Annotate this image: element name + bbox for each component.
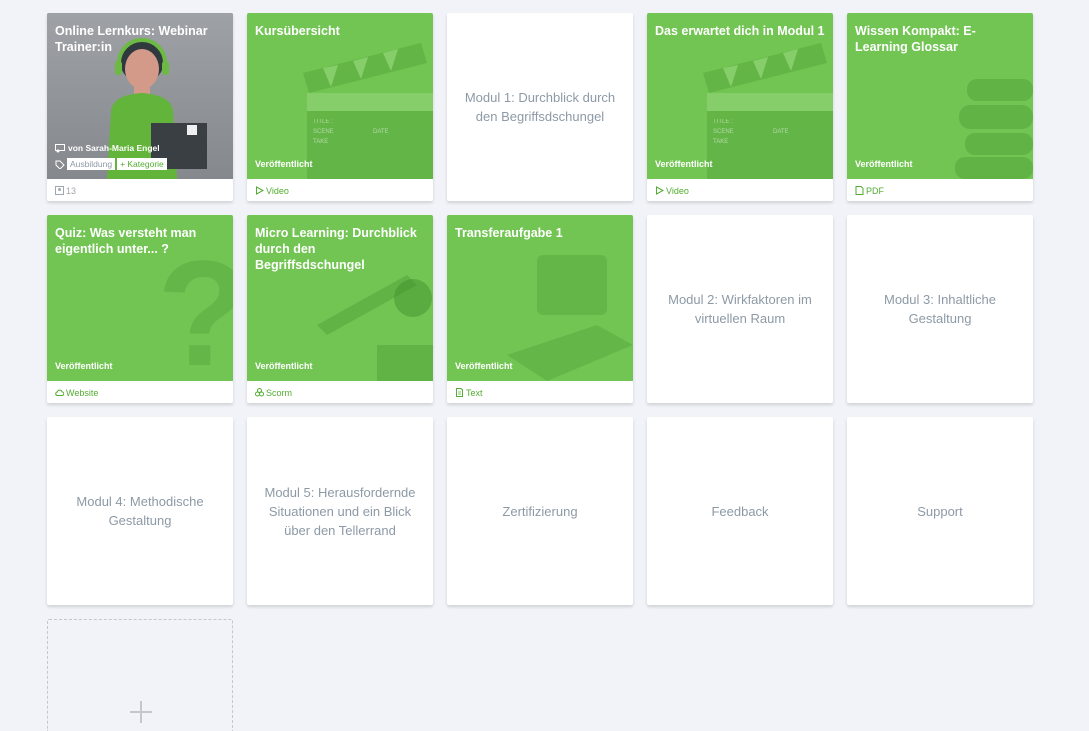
- card-thumbnail: Micro Learning: Durchblick durch den Beg…: [247, 215, 433, 381]
- course-author: von Sarah-Maria Engel: [68, 143, 160, 153]
- add-module-button[interactable]: [47, 619, 233, 731]
- card-thumbnail: ? Quiz: Was versteht man eigentlich unte…: [47, 215, 233, 381]
- content-card[interactable]: TITLE : DATE SCENE TAKE Das erwartet dich …: [647, 13, 833, 201]
- card-thumbnail: TITLE : DATE SCENE TAKE Das erwartet dich …: [647, 13, 833, 179]
- card-title: Transferaufgabe 1: [455, 226, 563, 240]
- content-type: Scorm: [266, 387, 293, 398]
- play-icon: [656, 186, 664, 195]
- card-footer: Website: [47, 382, 233, 403]
- card-title: Quiz: Was versteht man eigentlich unter.…: [55, 226, 197, 256]
- course-card[interactable]: Online Lernkurs: Webinar Trainer:in von …: [47, 13, 233, 201]
- svg-text:TITLE :: TITLE :: [713, 119, 733, 125]
- content-type: Video: [666, 185, 689, 196]
- module-title: Support: [917, 503, 963, 519]
- svg-text:SCENE: SCENE: [313, 129, 334, 135]
- status-label: Veröffentlicht: [255, 159, 313, 169]
- svg-text:SCENE: SCENE: [713, 129, 734, 135]
- module-title: Modul 2: Wirkfaktoren im virtuellen Raum: [668, 292, 812, 326]
- module-card[interactable]: Modul 3: Inhaltliche Gestaltung: [847, 215, 1033, 403]
- content-card[interactable]: Wissen Kompakt: E-Learning Glossar Veröf…: [847, 13, 1033, 201]
- add-category-button[interactable]: + Kategorie: [117, 158, 167, 170]
- svg-text:DATE: DATE: [373, 129, 389, 135]
- content-type: Video: [266, 185, 289, 196]
- teacher-icon: [55, 143, 65, 152]
- card-thumbnail: Wissen Kompakt: E-Learning Glossar Veröf…: [847, 13, 1033, 179]
- card-footer: Text: [447, 382, 633, 403]
- participant-count: 13: [66, 185, 77, 196]
- participants-icon: [55, 186, 64, 195]
- content-type: PDF: [866, 185, 884, 196]
- module-title: Modul 4: Methodische Gestaltung: [76, 494, 204, 528]
- status-label: Veröffentlicht: [655, 159, 713, 169]
- svg-text:TAKE: TAKE: [713, 139, 728, 145]
- card-title: Wissen Kompakt: E-Learning Glossar: [855, 24, 976, 54]
- plus-icon: [130, 701, 152, 723]
- svg-text:TAKE: TAKE: [313, 139, 328, 145]
- module-card[interactable]: Modul 4: Methodische Gestaltung: [47, 417, 233, 605]
- pdf-icon: [855, 186, 864, 195]
- module-card[interactable]: Modul 5: Herausfordernde Situationen und…: [247, 417, 433, 605]
- module-card[interactable]: Support: [847, 417, 1033, 605]
- svg-text:DATE: DATE: [773, 129, 789, 135]
- module-title: Feedback: [711, 503, 769, 519]
- module-title: Modul 5: Herausfordernde Situationen und…: [264, 484, 416, 538]
- content-grid: Online Lernkurs: Webinar Trainer:in von …: [47, 13, 1033, 731]
- content-type: Text: [466, 387, 483, 398]
- play-icon: [256, 186, 264, 195]
- status-label: Veröffentlicht: [55, 361, 113, 371]
- tag-icon: [55, 160, 65, 169]
- cloud-icon: [55, 389, 64, 396]
- card-footer: PDF: [847, 180, 1033, 201]
- scorm-icon: [255, 388, 264, 397]
- module-card[interactable]: Zertifizierung: [447, 417, 633, 605]
- card-footer: Scorm: [247, 382, 433, 403]
- module-card[interactable]: Feedback: [647, 417, 833, 605]
- card-title: Micro Learning: Durchblick durch den Beg…: [255, 226, 417, 272]
- clapperboard-illustration: TITLE : DATE SCENE TAKE: [303, 43, 433, 179]
- paper-illustration: [507, 255, 633, 381]
- module-title: Modul 3: Inhaltliche Gestaltung: [883, 292, 996, 326]
- card-thumbnail: Transferaufgabe 1 Veröffentlicht: [447, 215, 633, 381]
- module-title: Zertifizierung: [502, 503, 578, 519]
- card-footer: Video: [247, 180, 433, 201]
- status-label: Veröffentlicht: [855, 159, 913, 169]
- status-label: Veröffentlicht: [455, 361, 513, 371]
- module-card[interactable]: Modul 2: Wirkfaktoren im virtuellen Raum: [647, 215, 833, 403]
- course-thumbnail: Online Lernkurs: Webinar Trainer:in von …: [47, 13, 233, 179]
- content-card[interactable]: TITLE : DATE SCENE TAKE Kursübersicht Verö…: [247, 13, 433, 201]
- svg-text:TITLE :: TITLE :: [313, 119, 333, 125]
- tag-ausbildung[interactable]: Ausbildung: [67, 158, 116, 170]
- status-label: Veröffentlicht: [255, 361, 313, 371]
- card-footer: Video: [647, 180, 833, 201]
- card-title: Online Lernkurs: Webinar Trainer:in: [55, 24, 208, 54]
- card-title: Kursübersicht: [255, 24, 340, 38]
- card-title: Das erwartet dich in Modul 1: [655, 24, 825, 38]
- content-card[interactable]: ? Quiz: Was versteht man eigentlich unte…: [47, 215, 233, 403]
- module-title: Modul 1: Durchblick durch den Begriffsds…: [464, 90, 616, 124]
- books-illustration: [955, 79, 1033, 179]
- content-card[interactable]: Transferaufgabe 1 Veröffentlicht Text: [447, 215, 633, 403]
- content-type: Website: [66, 387, 99, 398]
- text-icon: [456, 388, 463, 397]
- card-footer: 13: [47, 180, 233, 201]
- card-thumbnail: TITLE : DATE SCENE TAKE Kursübersicht Verö…: [247, 13, 433, 179]
- course-tags: Ausbildung + Kategorie: [55, 158, 167, 170]
- module-card[interactable]: Modul 1: Durchblick durch den Begriffsds…: [447, 13, 633, 201]
- content-card[interactable]: Micro Learning: Durchblick durch den Beg…: [247, 215, 433, 403]
- clapperboard-illustration: TITLE : DATE SCENE TAKE: [703, 43, 833, 179]
